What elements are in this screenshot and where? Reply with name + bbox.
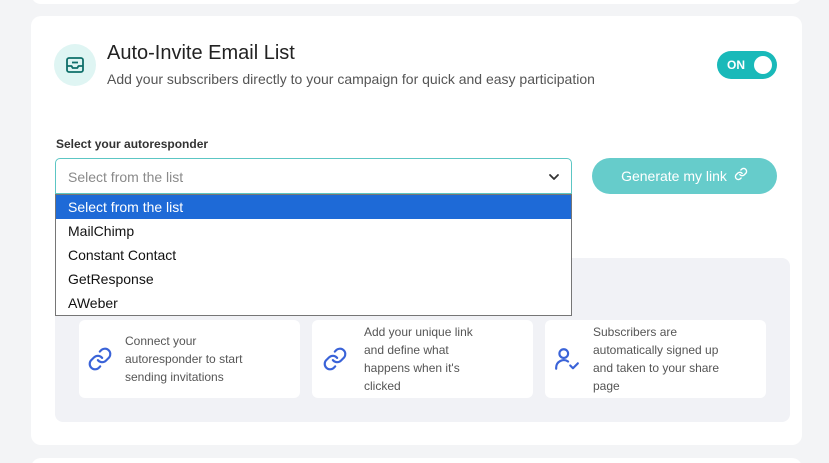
step-card-link: Add your unique link and define what hap…	[312, 320, 533, 398]
link-icon	[87, 346, 113, 377]
chevron-down-icon	[547, 170, 561, 189]
section-title: Auto-Invite Email List	[107, 42, 295, 64]
generate-link-button[interactable]: Generate my link	[592, 158, 777, 194]
select-placeholder: Select from the list	[68, 169, 184, 185]
toggle-knob	[754, 56, 772, 74]
autoresponder-select[interactable]: Select from the list	[55, 158, 572, 194]
autoresponder-dropdown: Select from the list MailChimp Constant …	[55, 194, 572, 316]
toggle-label: ON	[727, 58, 745, 72]
section-subtitle: Add your subscribers directly to your ca…	[107, 71, 595, 87]
step-card-connect: Connect your autoresponder to start send…	[79, 320, 300, 398]
step-text: Subscribers are automatically signed up …	[593, 325, 720, 393]
link-icon	[734, 167, 748, 186]
step-card-subscribers: Subscribers are automatically signed up …	[545, 320, 766, 398]
dropdown-option-aweber[interactable]: AWeber	[56, 291, 571, 315]
previous-card	[31, 0, 802, 4]
dropdown-option-constant-contact[interactable]: Constant Contact	[56, 243, 571, 267]
link-icon	[322, 346, 348, 377]
dropdown-option-mailchimp[interactable]: MailChimp	[56, 219, 571, 243]
dropdown-option-placeholder[interactable]: Select from the list	[56, 195, 571, 219]
user-check-icon	[554, 346, 580, 377]
inbox-icon	[54, 44, 96, 86]
next-card	[31, 458, 802, 463]
dropdown-option-getresponse[interactable]: GetResponse	[56, 267, 571, 291]
auto-invite-toggle[interactable]: ON	[717, 51, 777, 79]
step-text: Add your unique link and define what hap…	[364, 325, 473, 393]
step-text: Connect your autoresponder to start send…	[125, 334, 243, 384]
autoresponder-label: Select your autoresponder	[56, 137, 209, 151]
generate-link-label: Generate my link	[621, 168, 727, 184]
